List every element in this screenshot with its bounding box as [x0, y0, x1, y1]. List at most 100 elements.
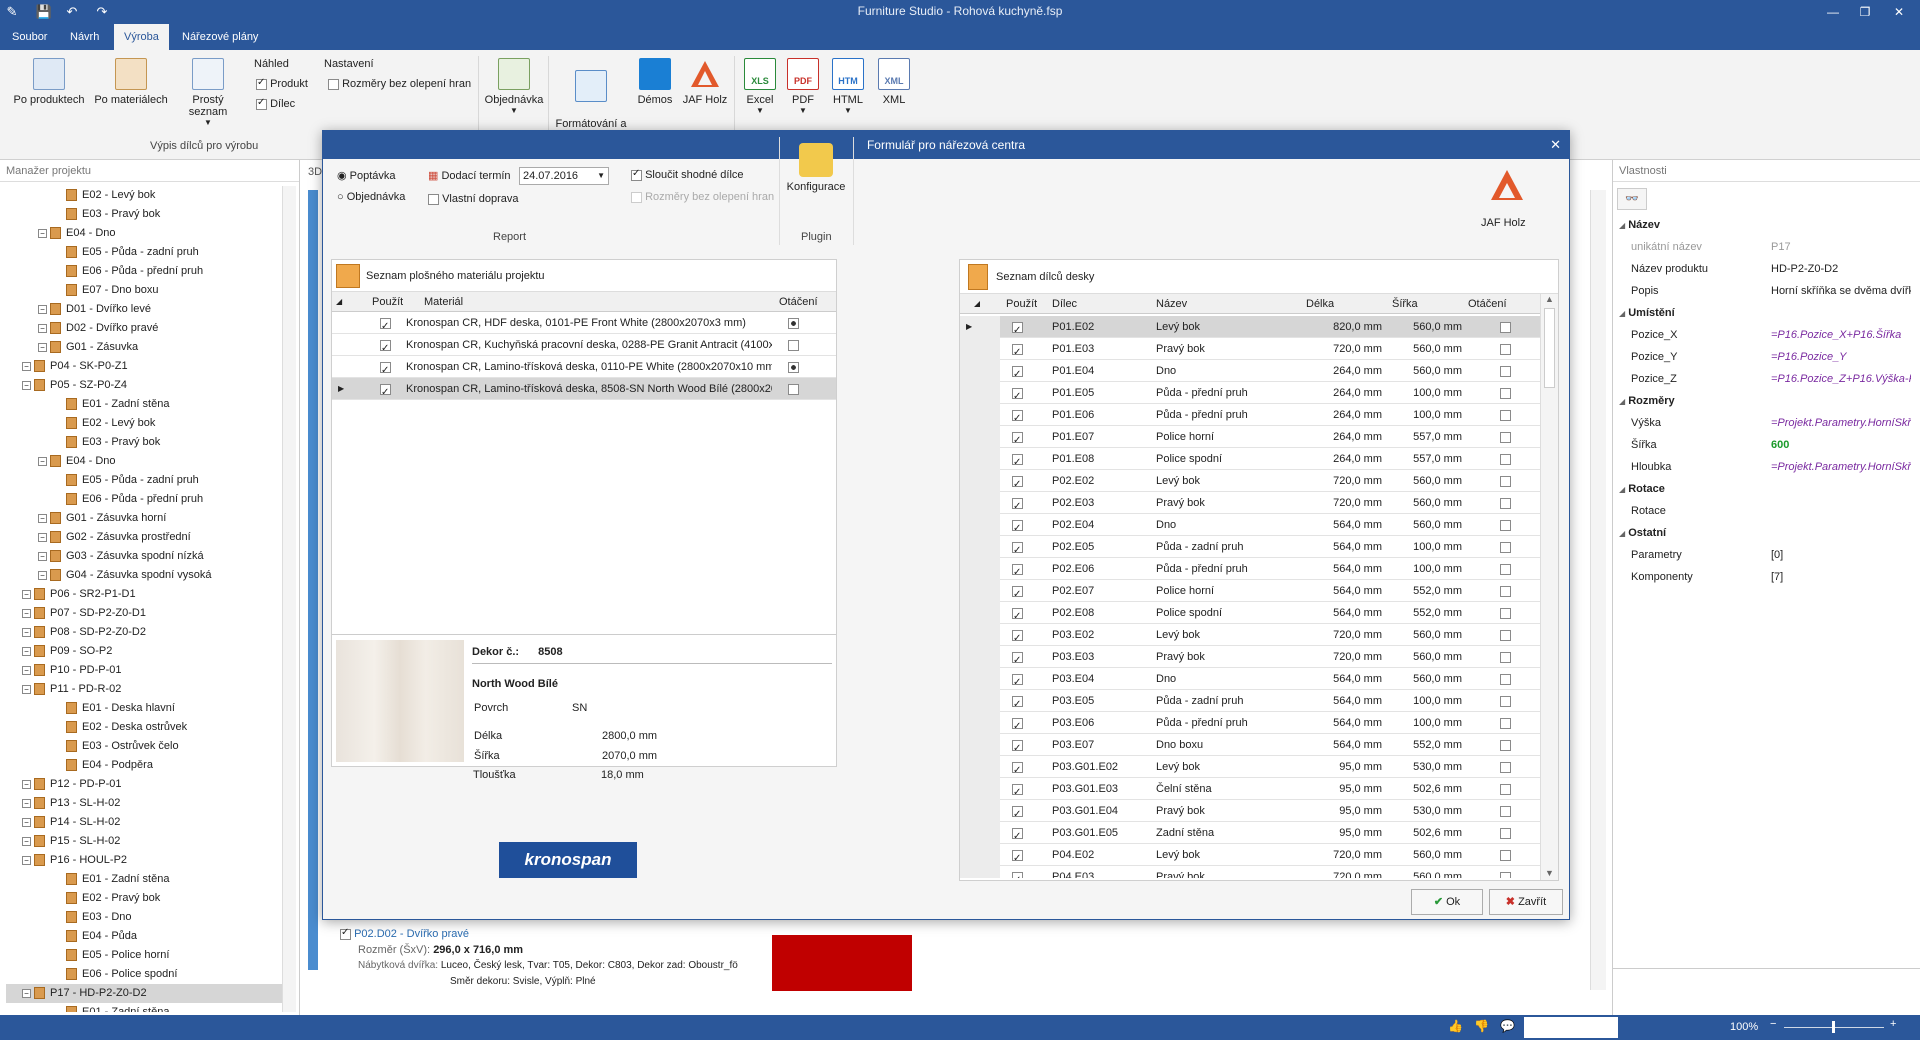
col-pouzit[interactable]: Použít [1006, 294, 1037, 314]
objednavka-radio[interactable]: ○ Objednávka [337, 191, 405, 203]
tree-item[interactable]: E02 - Deska ostrůvek [6, 718, 282, 737]
col-pouzit[interactable]: Použít [372, 292, 403, 312]
tree-item[interactable]: − E04 - Dno [6, 224, 282, 243]
use-checkbox[interactable] [1012, 580, 1023, 602]
dialog-close-button[interactable]: ✕ [1550, 131, 1561, 159]
use-checkbox[interactable] [1012, 448, 1023, 470]
tree-scrollbar[interactable] [282, 186, 296, 1012]
tree-item[interactable]: − P10 - PD-P-01 [6, 661, 282, 680]
viewport-tab[interactable]: 3D [308, 166, 322, 178]
use-checkbox[interactable] [1012, 426, 1023, 448]
konfigurace-button[interactable]: Konfigurace [783, 143, 849, 193]
material-row[interactable]: Kronospan CR, Lamino-třísková deska, 011… [332, 356, 836, 378]
restore-button[interactable]: ❐ [1850, 0, 1880, 24]
tree-item[interactable]: − G02 - Zásuvka prostřední [6, 528, 282, 547]
tree-item[interactable]: − P04 - SK-P0-Z1 [6, 357, 282, 376]
use-checkbox[interactable] [1012, 536, 1023, 558]
property-value[interactable]: =P16.Pozice_Z+P16.Výška-P [1771, 368, 1911, 390]
part-row[interactable]: P02.E06 Půda - přední pruh 564,0 mm 100,0 m… [960, 558, 1540, 580]
collapse-icon[interactable]: ◢ [1619, 221, 1625, 230]
tree-item[interactable]: E04 - Podpěra [6, 756, 282, 775]
part-row[interactable]: P02.E02 Levý bok 720,0 mm 560,0 mm [960, 470, 1540, 492]
use-checkbox[interactable] [1012, 668, 1023, 690]
prosty-seznam-button[interactable]: Prostý seznam ▼ [172, 58, 244, 127]
tree-item[interactable]: E02 - Levý bok [6, 414, 282, 433]
expand-toggle-icon[interactable]: − [22, 988, 31, 998]
property-row[interactable]: Hloubka =Projekt.Parametry.HorníSkří [1619, 456, 1911, 478]
part-checkbox[interactable] [340, 927, 351, 940]
property-value[interactable]: =P16.Pozice_Y [1771, 346, 1911, 368]
use-checkbox[interactable] [1012, 756, 1023, 778]
zavrit-button[interactable]: ✖ Zavřít [1489, 889, 1563, 915]
po-produktech-button[interactable]: Po produktech [10, 58, 88, 106]
tree-item[interactable]: E03 - Dno [6, 908, 282, 927]
jafholz-button[interactable]: JAF Holz [680, 58, 730, 106]
rotate-checkbox[interactable] [1500, 646, 1511, 668]
part-row[interactable]: P02.E08 Police spodní 564,0 mm 552,0 mm [960, 602, 1540, 624]
status-input[interactable] [1524, 1017, 1618, 1038]
tree-item[interactable]: − P08 - SD-P2-Z0-D2 [6, 623, 282, 642]
part-info-title[interactable]: P02.D02 - Dvířko pravé [354, 928, 469, 940]
rotate-checkbox[interactable] [1500, 734, 1511, 756]
property-row[interactable]: Pozice_X =P16.Pozice_X+P16.Šířka [1619, 324, 1909, 346]
tree-item[interactable]: − G03 - Zásuvka spodní nízká [6, 547, 282, 566]
part-row[interactable]: P01.E05 Půda - přední pruh 264,0 mm 100,0 m… [960, 382, 1540, 404]
rozmery-dialog-checkbox[interactable]: Rozměry bez olepení hran [631, 191, 774, 203]
rotate-checkbox[interactable] [1500, 602, 1511, 624]
ok-button[interactable]: ✔ Ok [1411, 889, 1483, 915]
expand-toggle-icon[interactable]: − [38, 342, 47, 352]
expand-toggle-icon[interactable]: − [22, 589, 31, 599]
expand-toggle-icon[interactable]: − [22, 798, 31, 808]
tree-item[interactable]: − P06 - SR2-P1-D1 [6, 585, 282, 604]
expand-toggle-icon[interactable]: − [38, 513, 47, 523]
tree-item[interactable]: E02 - Levý bok [6, 186, 282, 205]
tree-item[interactable]: E05 - Půda - zadní pruh [6, 243, 282, 262]
part-row[interactable]: P03.G01.E04 Pravý bok 95,0 mm 530,0 mm [960, 800, 1540, 822]
col-material[interactable]: Materiál [424, 292, 463, 312]
part-row[interactable]: P03.E02 Levý bok 720,0 mm 560,0 mm [960, 624, 1540, 646]
property-row[interactable]: unikátní název P17 [1619, 236, 1909, 258]
rotate-checkbox[interactable] [1500, 844, 1511, 866]
use-checkbox[interactable] [380, 356, 391, 378]
part-row[interactable]: P04.E03 Pravý bok 720,0 mm 560,0 mm [960, 866, 1540, 878]
tree-item[interactable]: − P17 - HD-P2-Z0-D2 [6, 984, 282, 1003]
expand-toggle-icon[interactable]: − [22, 627, 31, 637]
part-row[interactable]: P03.E04 Dno 564,0 mm 560,0 mm [960, 668, 1540, 690]
po-materialech-button[interactable]: Po materiálech [92, 58, 170, 106]
rotate-checkbox[interactable] [1500, 800, 1511, 822]
expand-toggle-icon[interactable]: − [38, 323, 47, 333]
property-value[interactable]: P17 [1771, 236, 1911, 258]
use-checkbox[interactable] [1012, 624, 1023, 646]
use-checkbox[interactable] [1012, 822, 1023, 844]
part-row[interactable]: P01.E03 Pravý bok 720,0 mm 560,0 mm [960, 338, 1540, 360]
menu-navrh[interactable]: Návrh [60, 24, 109, 50]
part-row[interactable]: P02.E03 Pravý bok 720,0 mm 560,0 mm [960, 492, 1540, 514]
property-row[interactable]: Výška =Projekt.Parametry.HorníSkří [1619, 412, 1911, 434]
tree-item[interactable]: E01 - Deska hlavní [6, 699, 282, 718]
like-icon[interactable]: 👍 [1448, 1019, 1463, 1033]
parts-scrollbar[interactable]: ▲ ▼ [1540, 294, 1558, 880]
property-row[interactable]: Popis Horní skříňka se dvěma dvířk [1619, 280, 1911, 302]
close-window-button[interactable]: ✕ [1884, 0, 1914, 24]
zoom-out-button[interactable]: − [1770, 1018, 1776, 1030]
use-checkbox[interactable] [1012, 338, 1023, 360]
collapse-icon[interactable]: ◢ [1619, 529, 1625, 538]
rotate-checkbox[interactable] [1500, 426, 1511, 448]
rotate-checkbox[interactable] [1500, 514, 1511, 536]
minimize-button[interactable]: — [1818, 0, 1848, 24]
tree-item[interactable]: E02 - Pravý bok [6, 889, 282, 908]
collapse-icon[interactable]: ◢ [1619, 397, 1625, 406]
part-row[interactable]: P04.E02 Levý bok 720,0 mm 560,0 mm [960, 844, 1540, 866]
property-row[interactable]: Komponenty [7] [1619, 566, 1909, 588]
use-checkbox[interactable] [380, 334, 391, 356]
property-value[interactable]: [7] [1771, 566, 1911, 588]
property-row[interactable]: Název produktu HD-P2-Z0-D2 [1619, 258, 1909, 280]
use-checkbox[interactable] [1012, 712, 1023, 734]
part-row[interactable]: P01.E07 Police horní 264,0 mm 557,0 mm [960, 426, 1540, 448]
property-value[interactable]: =P16.Pozice_X+P16.Šířka [1771, 324, 1911, 346]
rotate-checkbox[interactable] [1500, 492, 1511, 514]
rotate-checkbox[interactable] [788, 334, 799, 356]
part-row[interactable]: P02.E05 Půda - zadní pruh 564,0 mm 100,0 mm [960, 536, 1540, 558]
project-tree[interactable]: E02 - Levý bok E03 - Pravý bok − E04 - Dno E… [6, 186, 282, 1012]
tree-item[interactable]: E07 - Dno boxu [6, 281, 282, 300]
